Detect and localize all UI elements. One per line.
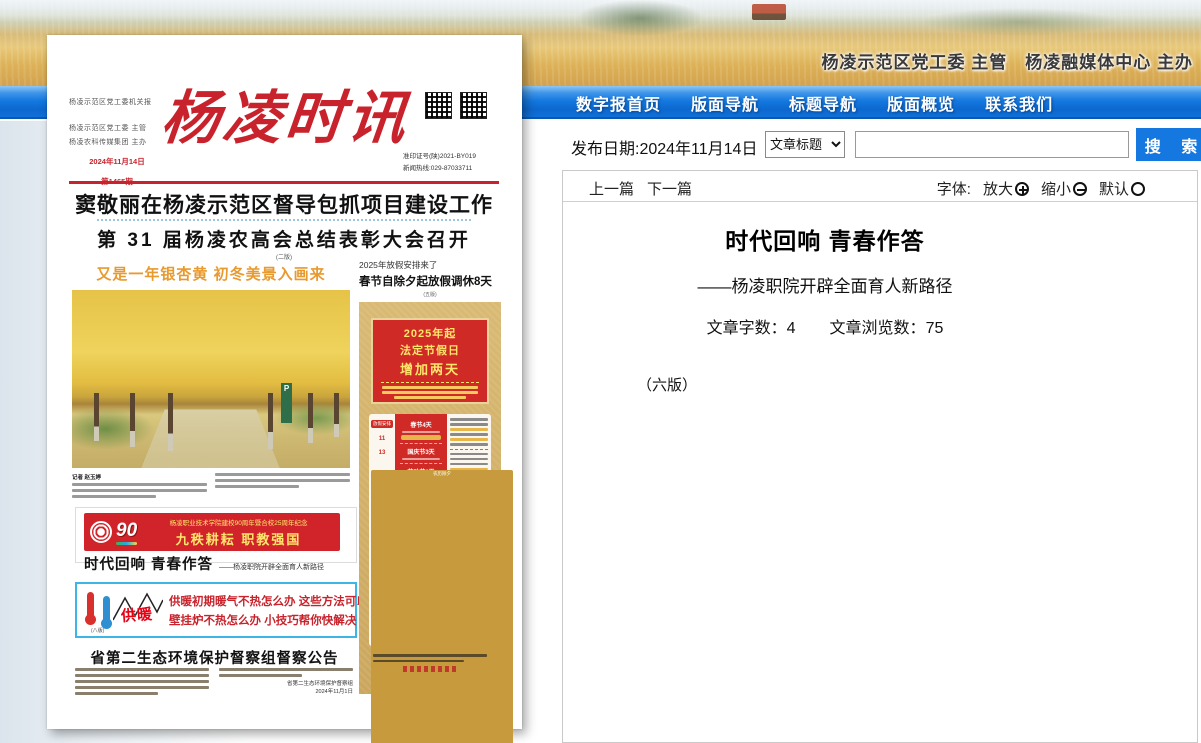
article-subtitle: ——杨凌职院开辟全面育人新路径 [571,272,1079,297]
font-default-button[interactable]: 默认 [1099,178,1145,199]
newspaper-left-column: 又是一年银杏黄 初冬美景入画来 P 记者 赵玉婷 [72,263,350,501]
masthead-divider [69,181,499,184]
notice-signature: 省第二生态环境保护督察组 2024年11月1日 [219,680,353,696]
qr-code-icon [425,92,452,119]
article-body: （六版） [571,374,1079,395]
search-bar: 发布日期:2024年11月14日 文章标题 搜 索 [562,121,1201,170]
heating-tips-box: 供暖 (八版) 供暖初期暖气不热怎么办 这些方法可以试试 壁挂炉不热怎么办 小技… [75,582,357,638]
notice-title: 省第二生态环境保护督察组督察公告 [72,647,357,668]
source-mark [403,666,457,672]
minus-circle-icon [1073,182,1087,196]
dotted-divider [97,219,471,221]
holiday-kicker: 2025年放假安排来了 [359,259,501,271]
publish-date: 发布日期:2024年11月14日 [571,135,757,159]
font-zoom-in-button[interactable]: 放大 [983,178,1029,199]
newspaper-right-column: 2025年放假安排来了 春节自除夕起放假调休8天 (五版) 2025年起 法定节… [359,259,501,694]
anniversary-article-box: 90 杨凌职业技术学院建校90周年暨合校25周年纪念 九秩耕耘 职教强国 (六版… [75,507,357,563]
qr-code-icon [460,92,487,119]
prev-article-link[interactable]: 上一篇 [589,178,634,199]
font-zoom-out-button[interactable]: 缩小 [1041,178,1087,199]
banner-slogan: 九秩耕耘 职教强国 [143,529,334,548]
heating-page-note: (八版) [91,627,104,634]
heating-headline-1: 供暖初期暖气不热怎么办 这些方法可以试试 [169,593,391,609]
article-toolbar: 上一篇 下一篇 字体: 放大 缩小 默认 [563,171,1197,202]
school-emblem-icon [90,521,112,543]
thermometer-blue-icon [103,596,110,622]
newspaper-front-page[interactable]: 杨凌示范区党工委机关报 杨凌示范区党工委 主管 杨凌农科传媒集团 主办 2024… [47,35,522,729]
photo-story-title: 又是一年银杏黄 初冬美景入画来 [72,263,350,284]
harvester-image [752,4,786,20]
search-category-select[interactable]: 文章标题 [765,131,845,158]
caption-byline: 记者 赵玉婷 [72,473,207,481]
nav-title-navigation[interactable]: 标题导航 [789,91,857,115]
nav-home[interactable]: 数字报首页 [576,91,661,115]
teaser-title: 时代回响 青春作答 [84,557,213,573]
notice-body: 省第二生态环境保护督察组 2024年11月1日 [75,668,353,698]
newspaper-headline-2: 第 31 届杨凌农高会总结表彰大会召开 [69,225,499,252]
thermometer-red-icon [87,592,94,618]
holiday-page-note: (五版) [359,291,501,298]
newspaper-headline-1: 窦敬丽在杨凌示范区督导包抓项目建设工作 [69,189,499,219]
ginkgo-avenue-photo: P [72,290,350,468]
infographic-header: 2025年起 法定节假日 增加两天 [371,318,489,404]
article-panel: 上一篇 下一篇 字体: 放大 缩小 默认 时代回响 青春作答 ——杨凌职院开辟全… [562,170,1198,743]
article-teaser: 时代回响 青春作答 ——杨凌职院开辟全面育人新路径 [84,553,350,574]
sponsor-line: 杨凌示范区党工委 主管 杨凌融媒体中心 主办 [822,48,1193,73]
badge-holiday-plan: 放假安排 [371,420,393,428]
masthead-date: 2024年11月14日 [69,156,165,167]
ninety-logo: 90 [116,520,137,545]
nav-contact-us[interactable]: 联系我们 [985,91,1053,115]
search-button[interactable]: 搜 索 [1136,128,1201,161]
qr-codes [425,92,487,120]
masthead-print-info: 准印证号(陕)2021-BY019 新闻热线:029-87033711 [403,151,515,175]
heating-headline-2: 壁挂炉不热怎么办 小技巧帮你快解决 [169,612,391,628]
font-size-label: 字体: [937,178,971,199]
nav-page-navigation[interactable]: 版面导航 [691,91,759,115]
anniversary-banner: 90 杨凌职业技术学院建校90周年暨合校25周年纪念 九秩耕耘 职教强国 [84,513,340,551]
next-article-link[interactable]: 下一篇 [647,178,692,199]
parking-sign: P [281,383,292,423]
newspaper-title-calligraphy: 杨凌时讯 [147,71,426,155]
photo-caption: 记者 赵玉婷 [72,473,350,501]
search-input[interactable] [855,131,1129,158]
infographic-footnote [373,654,487,672]
nav-page-overview[interactable]: 版面概览 [887,91,955,115]
banner-kicker: 杨凌职业技术学院建校90周年暨合校25周年纪念 [143,517,334,527]
badge-lunar-eve: 农历除夕 [371,470,513,743]
holiday-title: 春节自除夕起放假调休8天 [359,273,501,289]
heating-tag: 供暖 [120,603,153,626]
teaser-subtitle: ——杨凌职院开辟全面育人新路径 [219,564,324,571]
plus-circle-icon [1015,182,1029,196]
holiday-infographic: 2025年起 法定节假日 增加两天 放假安排 11 13 农历除夕 5月2日 春… [359,302,501,694]
holiday-calendar: 放假安排 11 13 农历除夕 5月2日 春节4天 国庆节3天 劳动节2天 [369,414,491,646]
article-title: 时代回响 青春作答 [571,222,1079,256]
circle-icon [1131,182,1145,196]
article-stats: 文章字数：4文章浏览数：75 [571,314,1079,338]
